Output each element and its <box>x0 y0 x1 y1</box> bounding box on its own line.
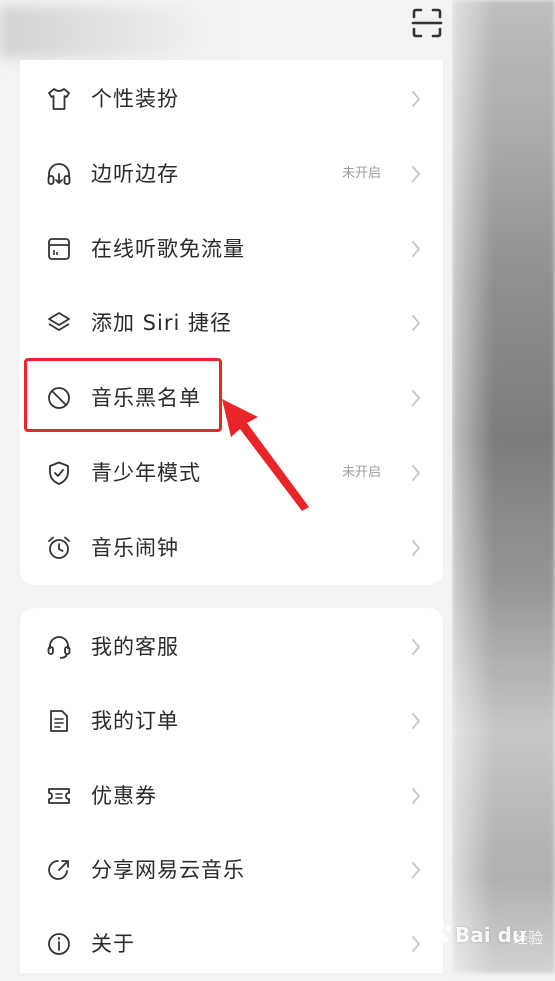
menu-item-siri-shortcut[interactable]: 添加 Siri 捷径 <box>20 286 443 360</box>
chevron-right-icon <box>412 639 420 655</box>
blurred-background-content <box>452 0 555 973</box>
highlight-box <box>24 358 222 432</box>
headset-icon <box>47 636 71 659</box>
watermark-sub: 经验 <box>513 929 544 947</box>
shield-check-icon <box>49 461 69 485</box>
menu-item-label: 个性装扮 <box>91 87 179 111</box>
status-text: 未开启 <box>341 465 381 480</box>
menu-item-label: 添加 Siri 捷径 <box>91 311 232 335</box>
menu-item-label: 优惠券 <box>91 784 157 808</box>
chevron-right-icon <box>412 788 420 804</box>
chevron-right-icon <box>412 390 420 406</box>
status-text: 未开启 <box>341 166 381 181</box>
menu-item-label: 音乐闹钟 <box>91 536 179 560</box>
chevron-right-icon <box>412 241 420 257</box>
menu-item-label: 我的订单 <box>91 709 179 733</box>
info-icon <box>48 933 70 955</box>
menu-item-customer-service[interactable]: 我的客服 <box>20 610 443 684</box>
chevron-right-icon <box>412 465 420 481</box>
chevron-right-icon <box>412 540 420 556</box>
chevron-right-icon <box>412 862 420 878</box>
settings-card-2: 我的客服 我的订单 优惠券 分享网易云音乐 关于 <box>20 608 443 973</box>
headphones-download-icon <box>47 163 71 185</box>
menu-item-listen-and-save[interactable]: 边听边存 未开启 <box>20 137 443 211</box>
alarm-clock-icon <box>48 536 70 559</box>
menu-item-label: 分享网易云音乐 <box>91 858 245 882</box>
layers-icon <box>48 312 70 331</box>
menu-item-label: 关于 <box>91 932 135 956</box>
menu-item-about[interactable]: 关于 <box>20 907 443 981</box>
chevron-right-icon <box>412 91 420 107</box>
ticket-icon <box>48 788 70 804</box>
document-icon <box>50 710 68 732</box>
scan-icon[interactable] <box>410 6 444 40</box>
red-arrow-annotation <box>222 399 309 511</box>
chevron-right-icon <box>412 315 420 331</box>
paw-icon <box>433 922 451 944</box>
chevron-right-icon <box>412 166 420 182</box>
share-icon <box>48 860 69 880</box>
blurred-user-area <box>0 6 222 58</box>
menu-item-label: 边听边存 <box>91 162 179 186</box>
menu-item-music-alarm[interactable]: 音乐闹钟 <box>20 511 443 585</box>
menu-item-free-data[interactable]: 在线听歌免流量 <box>20 212 443 286</box>
chevron-right-icon <box>412 713 420 729</box>
chevron-right-icon <box>412 936 420 952</box>
tshirt-icon <box>48 88 70 110</box>
menu-item-label: 在线听歌免流量 <box>91 237 245 261</box>
drawer-top-bar <box>0 0 452 66</box>
sim-card-icon <box>48 238 70 260</box>
menu-item-coupons[interactable]: 优惠券 <box>20 759 443 833</box>
menu-item-label: 青少年模式 <box>91 461 201 485</box>
baidu-watermark: Bai du 经验 <box>425 915 550 955</box>
menu-item-label: 我的客服 <box>91 635 179 659</box>
menu-item-dress-up[interactable]: 个性装扮 <box>20 62 443 136</box>
menu-item-my-orders[interactable]: 我的订单 <box>20 684 443 758</box>
menu-item-share-app[interactable]: 分享网易云音乐 <box>20 833 443 907</box>
